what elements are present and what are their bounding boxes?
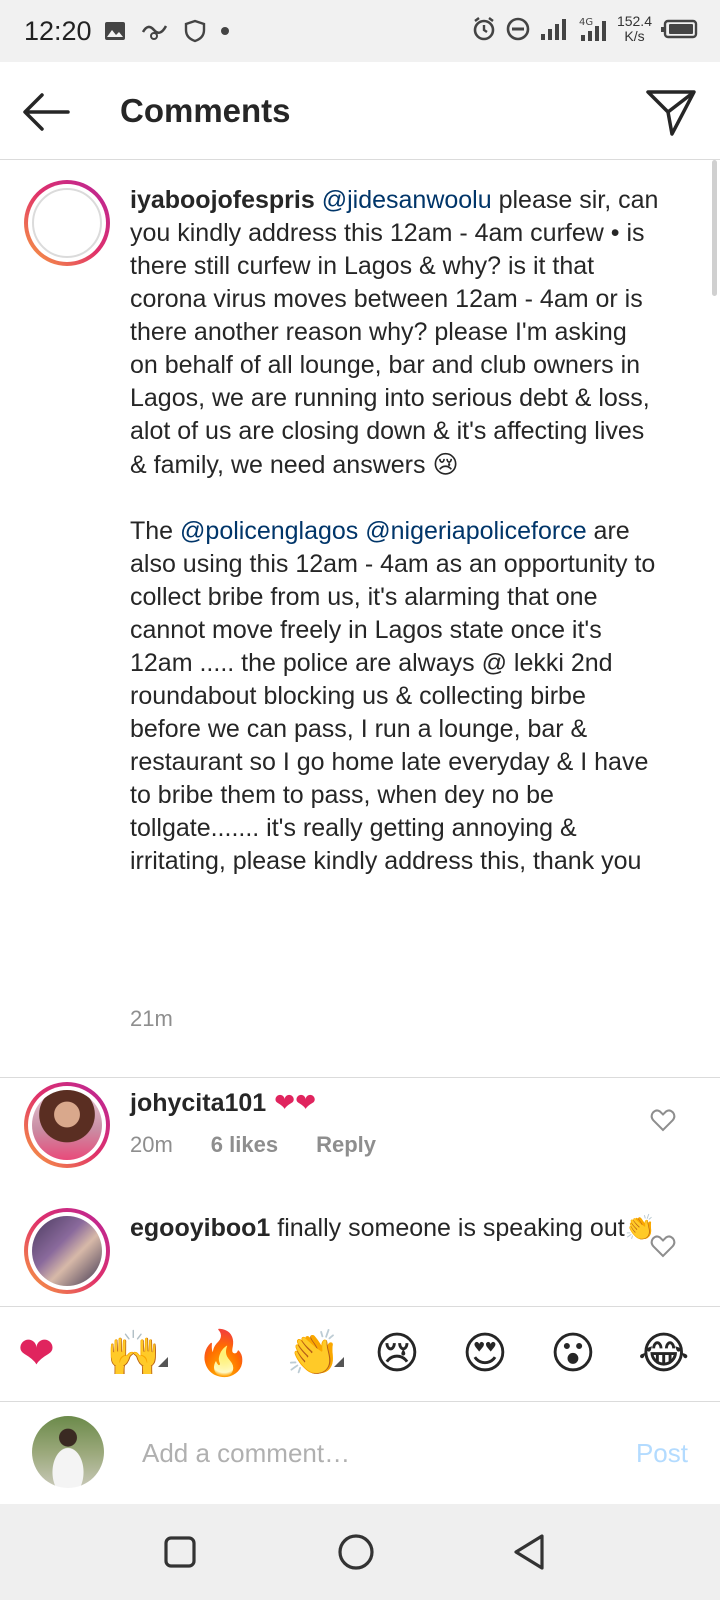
emoji-variant-indicator <box>158 1357 168 1367</box>
comment-meta: 20m 6 likes Reply <box>130 1132 376 1158</box>
status-bar: 12:20 4G 152.4 K/s <box>0 0 720 62</box>
comments-list[interactable]: iyaboojofespris @jidesanwoolu please sir… <box>0 160 720 1306</box>
app-notification-icon <box>141 25 168 40</box>
emoji-surprised[interactable]: 😮 <box>550 1327 596 1381</box>
emoji-heart-eyes[interactable]: 😍 <box>462 1327 508 1381</box>
comment-composer: Post <box>0 1402 720 1504</box>
like-heart-icon[interactable] <box>650 1108 676 1132</box>
recents-square-icon[interactable] <box>158 1530 202 1574</box>
like-heart-icon[interactable] <box>650 1234 676 1258</box>
emoji-raised-hands[interactable]: 🙌 <box>106 1327 161 1381</box>
notification-icons <box>104 19 230 43</box>
emoji-laughing[interactable]: 😂 <box>638 1327 689 1381</box>
comment-text: johycita101 ❤❤ <box>130 1086 660 1120</box>
back-arrow-icon[interactable] <box>20 86 72 138</box>
avatar-placeholder <box>32 188 102 258</box>
comment-body: finally someone is speaking out👏 <box>270 1214 656 1242</box>
direct-send-icon[interactable] <box>644 86 698 140</box>
caption-timestamp: 21m <box>130 1006 173 1031</box>
emoji-variant-indicator <box>334 1357 344 1367</box>
post-button[interactable]: Post <box>636 1438 688 1469</box>
comment-input[interactable] <box>142 1432 592 1474</box>
caption-text: iyaboojofespris @jidesanwoolu please sir… <box>130 184 660 878</box>
commenter-avatar[interactable] <box>24 1082 110 1168</box>
top-app-bar: Comments <box>0 62 720 160</box>
caption-avatar[interactable] <box>24 180 110 266</box>
system-nav-bar <box>0 1504 720 1600</box>
home-circle-icon[interactable] <box>334 1530 378 1574</box>
battery-icon <box>661 19 698 39</box>
own-avatar[interactable] <box>32 1416 104 1488</box>
crying-emoji: 😢 <box>432 450 459 479</box>
mention-link[interactable]: @policenglagos <box>180 517 358 545</box>
comment-timestamp: 20m <box>130 1132 173 1157</box>
quick-emoji-bar: ❤ 🙌 🔥 👏 😢 😍 😮 😂 <box>0 1306 720 1402</box>
shield-icon <box>184 19 206 43</box>
comment-text: egooyiboo1 finally someone is speaking o… <box>130 1212 660 1245</box>
avatar-photo <box>32 1216 102 1286</box>
mention-link[interactable]: @nigeriapoliceforce <box>365 517 586 545</box>
caption-body-prefix: The <box>130 517 181 545</box>
speed-unit: K/s <box>624 28 645 44</box>
caption-body-2: are also using this 12am - 4am as an opp… <box>130 517 656 875</box>
network-speed: 152.4 K/s <box>617 14 652 44</box>
caption-username[interactable]: iyaboojofespris <box>130 186 315 214</box>
svg-text:4G: 4G <box>579 17 593 28</box>
mention-link[interactable]: @jidesanwoolu <box>322 186 492 214</box>
likes-count[interactable]: 6 likes <box>211 1132 278 1157</box>
emoji-clapping[interactable]: 👏 <box>286 1327 341 1381</box>
speed-value: 152.4 <box>616 13 652 29</box>
avatar-photo <box>32 1090 102 1160</box>
reply-button[interactable]: Reply <box>316 1132 376 1157</box>
back-triangle-icon[interactable] <box>508 1530 552 1574</box>
emoji-crying[interactable]: 😢 <box>374 1327 420 1381</box>
alarm-icon <box>473 17 495 41</box>
scrollbar[interactable] <box>712 160 717 296</box>
comment-username[interactable]: egooyiboo1 <box>130 1214 270 1242</box>
comment-body: ❤❤ <box>266 1088 317 1117</box>
signal-icon <box>540 19 566 40</box>
commenter-avatar[interactable] <box>24 1208 110 1294</box>
dot-icon <box>221 27 229 35</box>
caption-body-1: please sir, can you kindly address this … <box>130 186 659 479</box>
gallery-icon <box>105 22 125 40</box>
comment-username[interactable]: johycita101 <box>130 1089 266 1117</box>
signal-4g-icon: 4G <box>579 17 606 41</box>
system-status-icons: 4G 152.4 K/s <box>471 14 698 44</box>
page-title: Comments <box>120 92 291 129</box>
emoji-fire[interactable]: 🔥 <box>196 1327 251 1381</box>
emoji-heart[interactable]: ❤ <box>18 1327 55 1381</box>
do-not-disturb-icon <box>506 17 530 41</box>
status-time: 12:20 <box>24 16 92 46</box>
post-caption: iyaboojofespris @jidesanwoolu please sir… <box>0 160 720 1078</box>
